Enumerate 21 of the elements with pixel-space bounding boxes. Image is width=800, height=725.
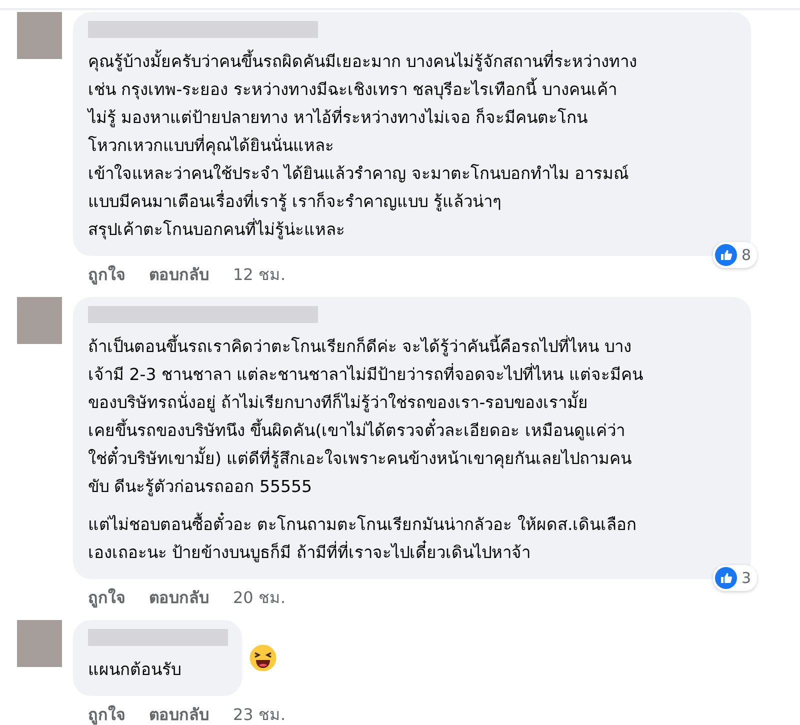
comment-time[interactable]: 20 ชม. (233, 585, 286, 610)
reply-link[interactable]: ตอบกลับ (149, 262, 209, 287)
thumbs-up-icon (715, 244, 738, 266)
avatar[interactable] (17, 620, 62, 667)
reaction-count[interactable]: 3 (713, 565, 757, 591)
comment-time[interactable]: 12 ชม. (233, 262, 286, 287)
comment-text: แต่ไม่ชอบตอนซื้อตั๋วอะ ตะโกนถามตะโกนเรียกมันน่ากลัวอะ ให้ผดส.เดินเลือก เองเถอะนะ ป้ายข้างบนบูธก็มี ถ้ามีที่ที่เราจะไปเดี๋ยวเดินไปหาจ้า (88, 511, 737, 567)
like-link[interactable]: ถูกใจ (88, 262, 125, 287)
comment-time[interactable]: 23 ชม. (233, 702, 286, 725)
comment-text: คุณรู้บ้างมั้ยครับว่าคนขึ้นรถผิดคันมีเยอะมาก บางคนไม่รู้จักสถานที่ระหว่างทาง เช่น กรุงเทพ-ระยอง ระหว่างทางมีฉะเชิงเทรา ชลบุรีอะไรเทือกนี้ บางคนเค้า ไม่รู้ มองหาแต่ป้ายปลายทาง หาไอ้ที่ระหว่างทางไม่เจอ ก็จะมีคนตะโกน โหวกเหวกแบบที่คุณได้ยินนั่นแหละ เข้าใจแหละว่าคนใช้ประจำ ได้ยินแล้วรำคาญ จะมาตะโกนบอกทำไม อารมณ์ แบบมีคนมาเตือนเรื่องที่เรารู้ เราก็จะรำคาญแบบ รู้แล้วน่าๆ สรุปเค้าตะโกนบอกคนที่ไม่รู้น่ะแหละ (88, 48, 737, 244)
laughing-emoji-icon (248, 643, 278, 673)
reaction-count[interactable]: 8 (713, 242, 757, 268)
reply-link[interactable]: ตอบกลับ (149, 702, 209, 725)
like-link[interactable]: ถูกใจ (88, 702, 125, 725)
thumbs-up-icon (715, 567, 738, 589)
comment-text: ถ้าเป็นตอนขึ้นรถเราคิดว่าตะโกนเรียกก็ดีค่ะ จะได้รู้ว่าคันนี้คือรถไปที่ไหน บาง เจ้ามี 2-3 ชานชาลา แต่ละชานชาลาไม่มีป้ายว่ารถที่จอดจะไปที่ไหน แต่จะมีคน ของบริษัทรถนั่งอยู่ ถ้าไม่เรียกบางทีก็ไม่รู้ว่าใช่รถของเรา-รอบของเรามั้ย เคยขึ้นรถของบริษัทนึง ขึ้นผิดคัน(เขาไม่ได้ตรวจตั๋วละเอียดอะ เหมือนดูแค่ว่า ใช่ตั๋วบริษัทเขามั้ย) แต่ดีที่รู้สึกเอะใจเพราะคนข้างหน้าเขาคุยกันเลยไปถามคน ขับ ดีนะรู้ตัวก่อนรถออก 55555 (88, 333, 737, 501)
comment-text: แผนกต้อนรับ (88, 659, 182, 681)
like-link[interactable]: ถูกใจ (88, 585, 125, 610)
avatar[interactable] (17, 297, 62, 344)
avatar[interactable] (17, 12, 62, 59)
reply-link[interactable]: ตอบกลับ (149, 585, 209, 610)
